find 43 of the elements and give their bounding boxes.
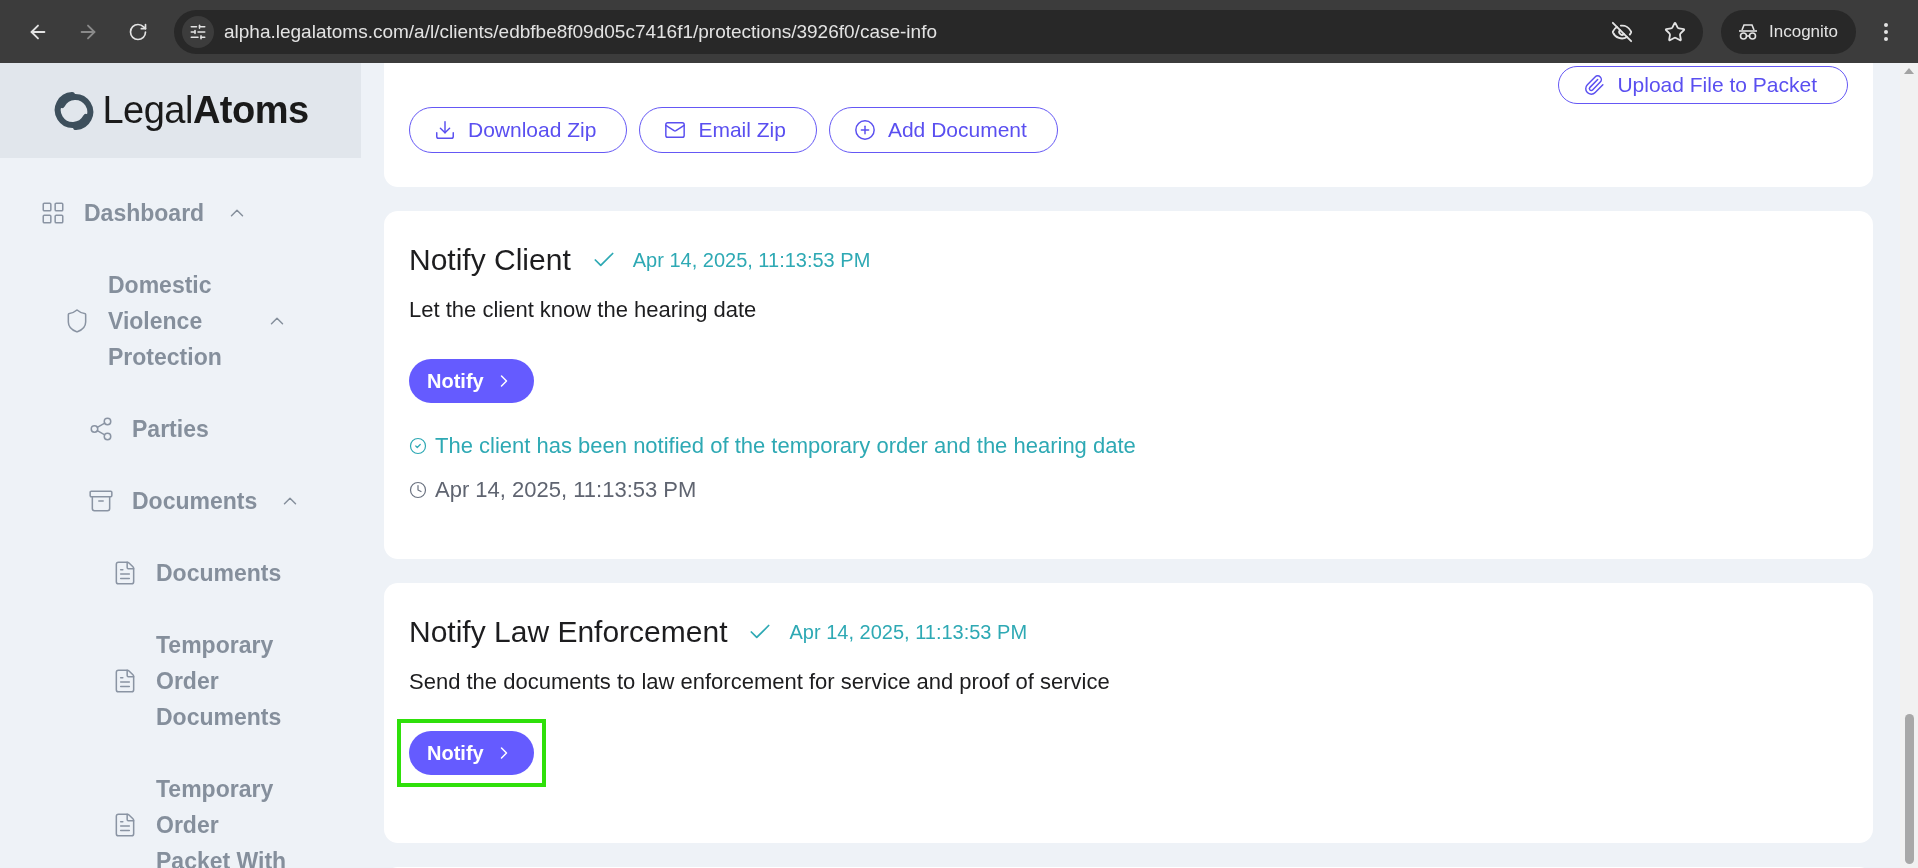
- completed-date: Apr 14, 2025, 11:13:53 PM: [789, 620, 1028, 644]
- task-title: Notify Law Enforcement: [409, 615, 728, 649]
- eye-off-icon[interactable]: [1611, 20, 1633, 43]
- task-description: Send the documents to law enforcement for service and proof of service: [409, 669, 1111, 695]
- site-info-button[interactable]: [182, 15, 214, 48]
- task-title: Notify Client: [409, 243, 571, 277]
- packet-action-button[interactable]: Download Zip: [409, 107, 628, 153]
- packet-action-button[interactable]: Email Zip: [639, 107, 817, 153]
- notify-button[interactable]: Notify: [409, 731, 534, 775]
- check-circle-icon: [409, 437, 427, 455]
- sidebar-item[interactable]: Temporary Order Documents: [156, 627, 292, 735]
- scroll-up-arrow-icon[interactable]: [1904, 68, 1914, 74]
- notify-button[interactable]: Notify: [409, 359, 534, 403]
- sliders-icon: [189, 22, 207, 41]
- star-icon: [1664, 20, 1686, 43]
- paperclip-icon: [1583, 74, 1606, 96]
- upload-button[interactable]: Upload File to Packet: [1558, 66, 1848, 104]
- result-time: Apr 14, 2025, 11:13:53 PM: [435, 477, 697, 503]
- reload-icon: [128, 21, 148, 42]
- address-bar[interactable]: alpha.legalatoms.com/a/l/clients/edbfbe8f09d05c7416f1/protections/3926f0/case-info: [174, 9, 1703, 54]
- url-text: alpha.legalatoms.com/a/l/clients/edbfbe8f09d05c7416f1/protections/3926f0/case-info: [224, 20, 938, 43]
- more-menu-icon: [1884, 22, 1888, 41]
- archive-box-icon: [88, 488, 114, 514]
- sidebar-item[interactable]: Parties: [132, 411, 209, 447]
- packet-action-button[interactable]: Add Document: [828, 107, 1058, 153]
- download-icon: [434, 119, 456, 141]
- sidebar-item[interactable]: Documents: [156, 555, 282, 591]
- scrollbar-thumb[interactable]: [1904, 714, 1914, 864]
- incognito-button[interactable]: Incognito: [1721, 9, 1856, 54]
- grid-icon: [40, 200, 66, 226]
- logo-text: LegalAtoms: [102, 89, 309, 132]
- plus-circle-icon: [853, 119, 876, 141]
- clock-icon: [409, 481, 427, 499]
- sidebar-item[interactable]: Dashboard: [84, 195, 205, 231]
- completed-date: Apr 14, 2025, 11:13:53 PM: [632, 248, 871, 272]
- task-description: Let the client know the hearing date: [409, 297, 758, 323]
- sidebar-item[interactable]: Documents: [132, 483, 258, 519]
- sidebar-item[interactable]: Domestic Violence Protection: [108, 267, 244, 375]
- incognito-icon: [1737, 22, 1759, 41]
- mail-icon: [664, 119, 687, 141]
- scrollbar[interactable]: [1900, 63, 1918, 868]
- share-icon: [88, 416, 114, 442]
- result-message: The client has been notified of the temporary order and the hearing date: [435, 433, 1136, 459]
